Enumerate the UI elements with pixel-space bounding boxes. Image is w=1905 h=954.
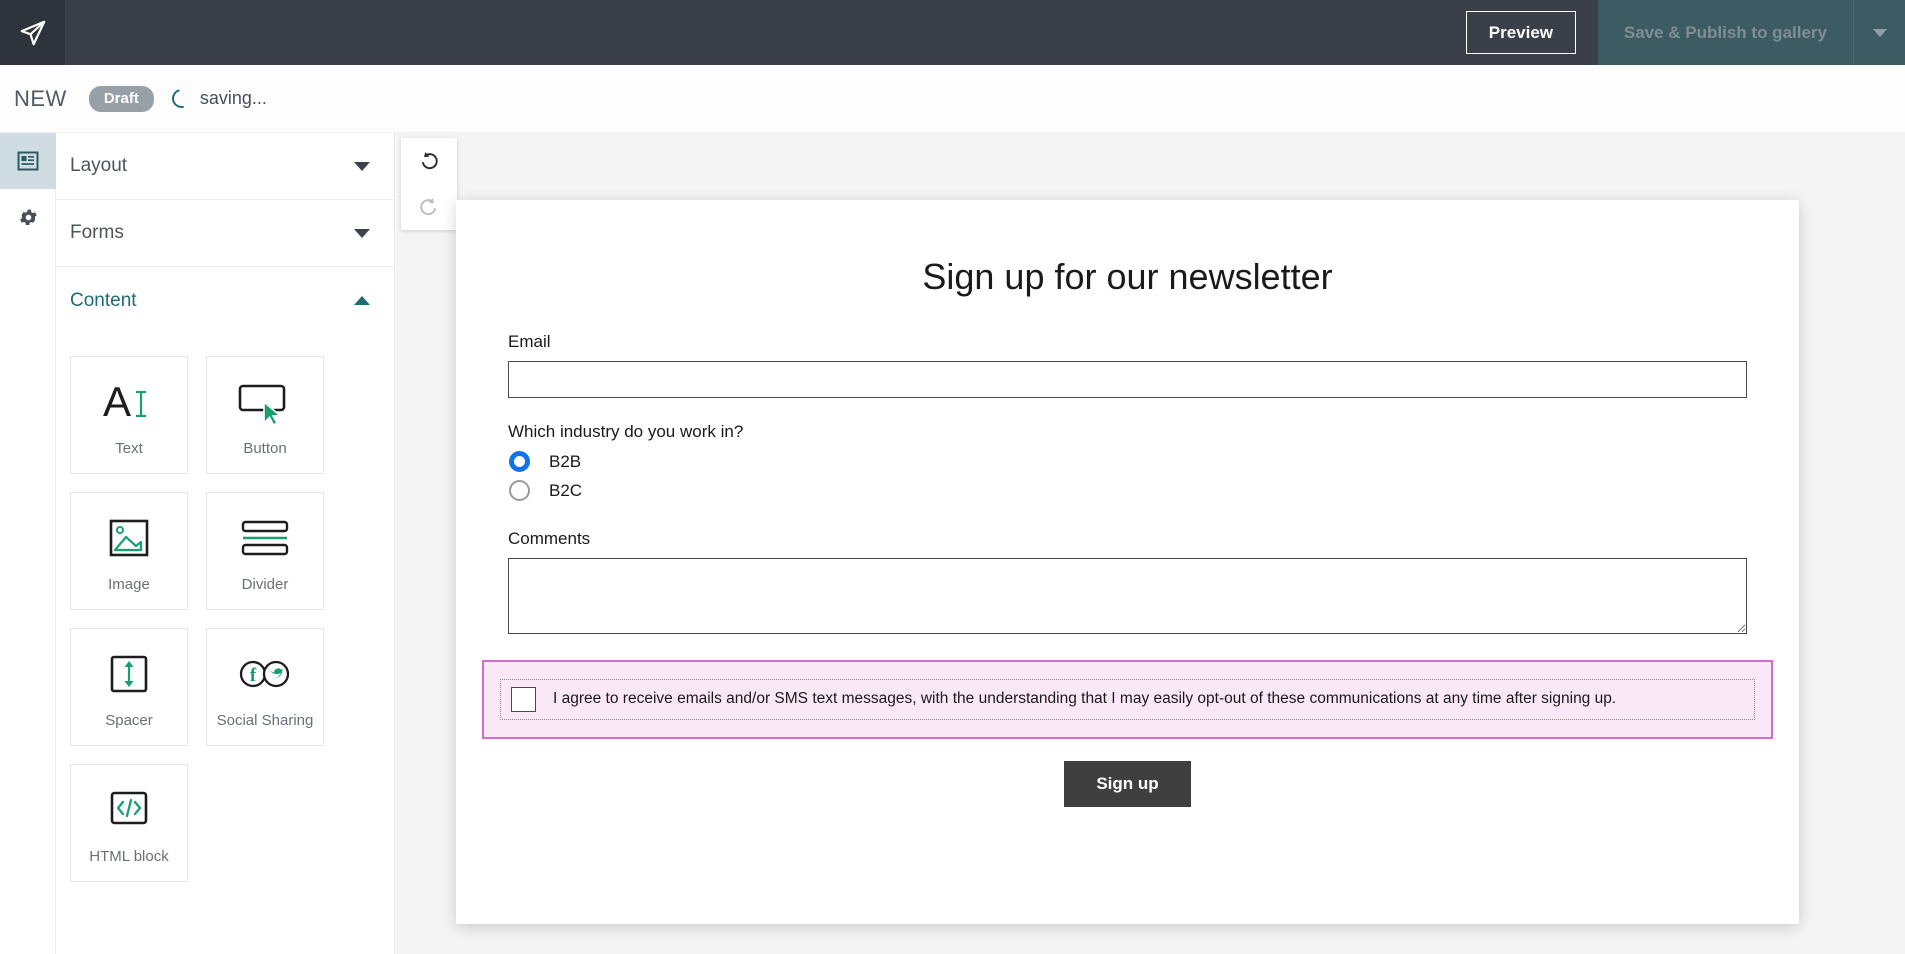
block-tile-spacer[interactable]: Spacer (70, 628, 188, 746)
consent-block-selected[interactable]: I agree to receive emails and/or SMS tex… (482, 660, 1773, 739)
block-tile-label: Text (115, 439, 143, 457)
button-pointer-icon (234, 374, 296, 430)
text-a-cursor-icon: A (101, 374, 157, 430)
radio-label-b2c: B2C (549, 480, 583, 500)
app-logo[interactable] (0, 0, 65, 65)
block-tile-label: Spacer (105, 711, 153, 729)
publish-button-group: Save & Publish to gallery (1597, 0, 1905, 65)
chevron-down-icon (1872, 28, 1887, 37)
comments-textarea[interactable] (508, 558, 1747, 634)
gear-icon (19, 209, 37, 225)
radio-button-b2b[interactable] (509, 451, 530, 472)
social-share-icon: f (234, 646, 296, 702)
redo-arrow-icon (420, 198, 436, 216)
preview-button[interactable]: Preview (1465, 11, 1576, 54)
code-brackets-icon (105, 782, 153, 838)
save-publish-button[interactable]: Save & Publish to gallery (1597, 0, 1853, 65)
paper-plane-icon (20, 20, 45, 45)
block-tile-label: Divider (241, 575, 289, 593)
content-block-grid: A Text Button Image Divider Spacer f Soc… (56, 334, 394, 882)
comments-label: Comments (508, 529, 591, 548)
accordion-content-label: Content (70, 289, 137, 311)
block-tile-button[interactable]: Button (206, 356, 324, 474)
accordion-forms[interactable]: Forms (56, 200, 394, 267)
divider-lines-icon (239, 510, 291, 566)
radio-option-b2b[interactable]: B2B (508, 447, 1747, 476)
saving-label: saving... (199, 88, 267, 108)
block-tile-label: Image (108, 575, 150, 593)
consent-row: I agree to receive emails and/or SMS tex… (500, 679, 1755, 720)
undo-button[interactable] (406, 141, 452, 181)
block-tile-label: Button (243, 439, 287, 457)
consent-checkbox[interactable] (511, 687, 536, 712)
loading-spinner-icon (168, 85, 195, 112)
email-input[interactable] (508, 361, 1747, 398)
block-tile-text[interactable]: A Text (70, 356, 188, 474)
accordion-layout[interactable]: Layout (56, 133, 394, 200)
consent-label: I agree to receive emails and/or SMS tex… (553, 690, 1617, 708)
block-tile-social-sharing[interactable]: f Social Sharing (206, 628, 324, 746)
rail-item-settings[interactable] (0, 189, 56, 245)
email-canvas: Sign up for our newsletter Email Which i… (396, 133, 1905, 954)
comments-field-group: Comments (508, 529, 1747, 639)
undo-arrow-icon (422, 152, 438, 170)
accordion-forms-label: Forms (70, 222, 124, 243)
newsletter-heading: Sign up for our newsletter (922, 256, 1333, 297)
svg-text:f: f (250, 665, 257, 686)
history-controls (401, 138, 457, 230)
sign-up-button[interactable]: Sign up (1064, 761, 1191, 807)
image-picture-icon (105, 510, 153, 566)
svg-text:A: A (103, 378, 131, 425)
radio-button-b2c[interactable] (509, 480, 530, 501)
spacer-arrows-icon (105, 646, 153, 702)
publish-dropdown-button[interactable] (1853, 0, 1905, 65)
block-tile-divider[interactable]: Divider (206, 492, 324, 610)
submit-row: Sign up (508, 761, 1747, 807)
page-title: NEW (14, 85, 67, 111)
chevron-down-icon (354, 161, 370, 171)
left-icon-rail (0, 133, 56, 954)
top-toolbar: Preview Save & Publish to gallery (0, 0, 1905, 65)
rail-item-blocks[interactable] (0, 133, 56, 189)
radio-option-b2c[interactable]: B2C (508, 476, 1747, 505)
accordion-content[interactable]: Content (56, 267, 394, 334)
chevron-down-icon (354, 228, 370, 238)
block-tile-html[interactable]: HTML block (70, 764, 188, 882)
content-blocks-icon (17, 151, 39, 171)
email-preview-card: Sign up for our newsletter Email Which i… (456, 200, 1799, 924)
status-badge: Draft (88, 85, 154, 112)
saving-indicator: saving... (168, 85, 267, 112)
redo-button[interactable] (406, 187, 452, 227)
radio-label-b2b: B2B (549, 451, 582, 471)
block-tile-label: HTML block (89, 847, 169, 865)
blocks-sidebar: Layout Forms Content A Text Button Image… (56, 133, 395, 954)
chevron-up-icon (354, 296, 370, 305)
accordion-layout-label: Layout (70, 155, 128, 176)
document-bar: NEW Draft saving... (0, 65, 1905, 133)
email-field-group: Email (508, 332, 1747, 398)
block-tile-image[interactable]: Image (70, 492, 188, 610)
email-label: Email (508, 332, 551, 351)
industry-question-label: Which industry do you work in? (508, 422, 744, 441)
block-tile-label: Social Sharing (216, 711, 314, 729)
